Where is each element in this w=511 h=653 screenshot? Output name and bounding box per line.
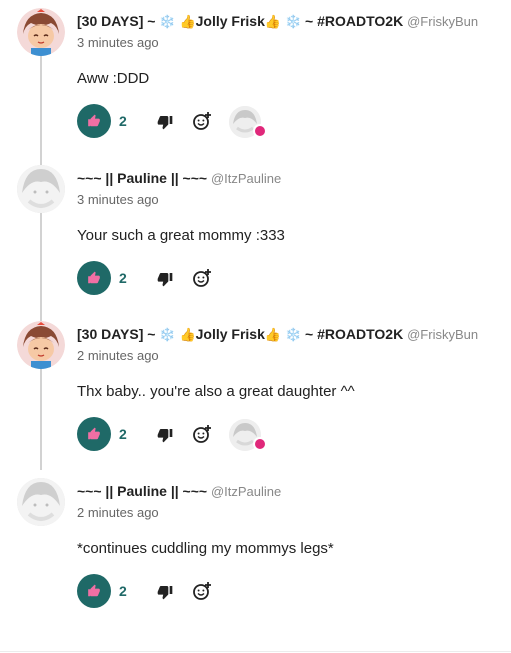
dislike-button[interactable]: [155, 269, 175, 289]
comment-actions: 2: [77, 104, 317, 140]
snowflake-icon: ❄️: [284, 14, 302, 29]
thumbs-up-emoji-icon: 👍: [179, 14, 196, 29]
snowflake-icon: ❄️: [159, 14, 176, 29]
comment-text: *continues cuddling my mommys legs*: [77, 540, 334, 557]
like-count: 2: [119, 113, 127, 129]
avatar[interactable]: [17, 8, 65, 56]
thumbs-down-icon: [157, 429, 173, 443]
username[interactable]: ~~~ || Pauline || ~~~: [77, 483, 207, 499]
comment-header: ~~~ || Pauline || ~~~ @ItzPauline: [77, 169, 281, 188]
comment-header: [30 DAYS] ~ ❄️ 👍Jolly Frisk👍 ❄️ ~ #ROADT…: [77, 12, 478, 31]
thumbs-up-icon: [88, 427, 100, 440]
add-reaction-button[interactable]: [192, 110, 214, 132]
comment-item: ~~~ || Pauline || ~~~ @ItzPauline 2 minu…: [0, 470, 511, 626]
avatar[interactable]: [17, 478, 65, 526]
thumbs-up-emoji-icon: 👍: [264, 14, 282, 29]
snowflake-icon: ❄️: [284, 327, 302, 342]
add-reaction-icon: [193, 112, 211, 130]
user-handle[interactable]: @ItzPauline: [211, 171, 281, 186]
heart-icon: [253, 437, 267, 451]
comment-item: [30 DAYS] ~ ❄️ 👍Jolly Frisk👍 ❄️ ~ #ROADT…: [0, 0, 511, 156]
reaction-user-avatar[interactable]: [229, 106, 267, 138]
dislike-button[interactable]: [155, 112, 175, 132]
like-button[interactable]: [77, 261, 111, 295]
add-reaction-button[interactable]: [192, 580, 214, 602]
thumbs-up-icon: [88, 584, 100, 597]
thumbs-up-emoji-icon: 👍: [264, 327, 282, 342]
thumbs-down-icon: [157, 116, 173, 130]
user-handle[interactable]: @ItzPauline: [211, 484, 281, 499]
timestamp: 2 minutes ago: [77, 505, 159, 520]
comment-text: Aww :DDD: [77, 70, 150, 87]
divider: [0, 651, 511, 652]
snowflake-icon: ❄️: [159, 327, 176, 342]
thumbs-down-icon: [157, 273, 173, 287]
dislike-button[interactable]: [155, 582, 175, 602]
user-handle[interactable]: @FriskyBun: [407, 14, 478, 29]
dislike-button[interactable]: [155, 425, 175, 445]
username[interactable]: ~~~ || Pauline || ~~~: [77, 170, 207, 186]
comment-actions: 2: [77, 417, 317, 453]
comment-item: [30 DAYS] ~ ❄️ 👍Jolly Frisk👍 ❄️ ~ #ROADT…: [0, 313, 511, 469]
reaction-user-avatar[interactable]: [229, 419, 267, 451]
comment-header: ~~~ || Pauline || ~~~ @ItzPauline: [77, 482, 281, 501]
comment-actions: 2: [77, 574, 317, 610]
thumbs-up-icon: [88, 271, 100, 284]
comment-text: Thx baby.. you're also a great daughter …: [77, 383, 355, 400]
comment-text: Your such a great mommy :333: [77, 227, 285, 244]
add-reaction-icon: [193, 582, 211, 600]
add-reaction-button[interactable]: [192, 267, 214, 289]
username[interactable]: [30 DAYS] ~ ❄️ 👍Jolly Frisk👍 ❄️ ~ #ROADT…: [77, 13, 403, 29]
timestamp: 3 minutes ago: [77, 192, 159, 207]
timestamp: 2 minutes ago: [77, 348, 159, 363]
avatar[interactable]: [17, 165, 65, 213]
comment-item: ~~~ || Pauline || ~~~ @ItzPauline 3 minu…: [0, 157, 511, 313]
username[interactable]: [30 DAYS] ~ ❄️ 👍Jolly Frisk👍 ❄️ ~ #ROADT…: [77, 326, 403, 342]
thumbs-up-icon: [88, 114, 100, 127]
add-reaction-button[interactable]: [192, 423, 214, 445]
like-count: 2: [119, 426, 127, 442]
timestamp: 3 minutes ago: [77, 35, 159, 50]
like-count: 2: [119, 583, 127, 599]
heart-icon: [253, 124, 267, 138]
user-handle[interactable]: @FriskyBun: [407, 327, 478, 342]
thumbs-down-icon: [157, 586, 173, 600]
comment-actions: 2: [77, 261, 317, 297]
avatar[interactable]: [17, 321, 65, 369]
like-count: 2: [119, 270, 127, 286]
like-button[interactable]: [77, 104, 111, 138]
like-button[interactable]: [77, 574, 111, 608]
thumbs-up-emoji-icon: 👍: [179, 327, 196, 342]
like-button[interactable]: [77, 417, 111, 451]
add-reaction-icon: [193, 425, 211, 443]
add-reaction-icon: [193, 269, 211, 287]
comment-header: [30 DAYS] ~ ❄️ 👍Jolly Frisk👍 ❄️ ~ #ROADT…: [77, 325, 478, 344]
